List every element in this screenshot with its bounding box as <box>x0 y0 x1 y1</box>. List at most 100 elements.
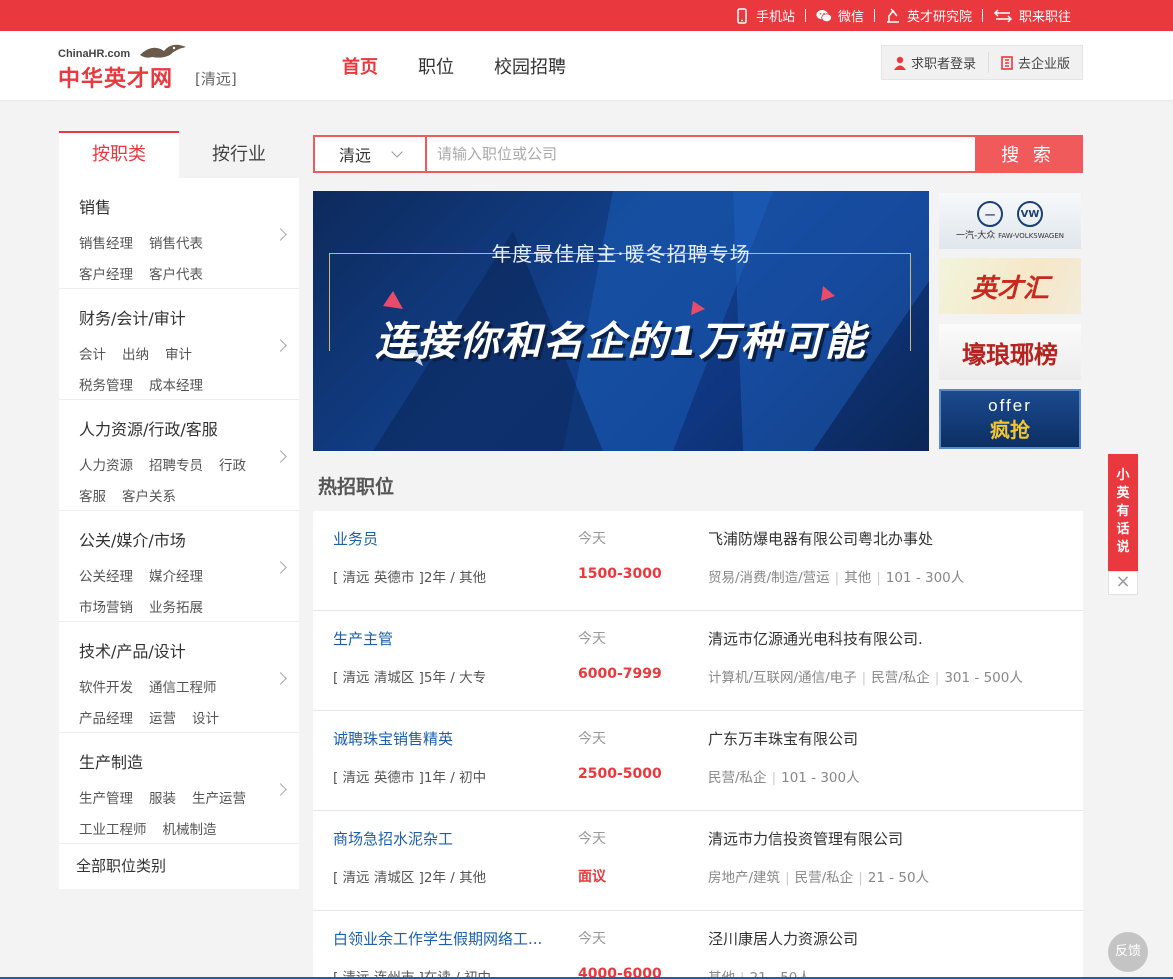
enterprise-label: 去企业版 <box>1017 57 1070 72</box>
category-item[interactable]: 生产管理 <box>79 787 133 807</box>
jobseeker-login-button[interactable]: 求职者登录 <box>882 46 988 79</box>
category-item[interactable]: 审计 <box>165 343 192 363</box>
research-icon <box>886 7 899 23</box>
category-title[interactable]: 人力资源/行政/客服 <box>79 416 279 440</box>
company-link[interactable]: 飞浦防爆电器有限公司粤北办事处 <box>708 528 933 549</box>
category-group: 财务/会计/审计会计 出纳 审计税务管理 成本经理 <box>59 289 299 400</box>
logo-domain: ChinaHR.com <box>58 48 131 60</box>
job-date: 今天 <box>578 631 606 647</box>
city-tag[interactable]: [清远] <box>195 68 237 89</box>
category-item[interactable]: 成本经理 <box>149 374 203 394</box>
mobile-site-link[interactable]: 手机站 <box>724 6 805 25</box>
category-row: 客户经理 客户代表 <box>79 263 279 283</box>
job-title-link[interactable]: 业务员 <box>333 528 378 549</box>
company-tag: 计算机/互联网/通信/电子 <box>708 670 857 686</box>
job-meta: [ 清远 清城区 ]2年 / 其他 <box>333 870 487 886</box>
category-item[interactable]: 行政 <box>219 454 246 474</box>
city-select[interactable]: 清远 <box>315 137 427 171</box>
top-links: 手机站 微信 英才研究院 职来职往 <box>724 0 1081 31</box>
header: ChinaHR.com 中华英才网 [清远] 首页 职位 校园招聘 求职者登录 … <box>0 31 1173 101</box>
mobile-icon <box>737 7 747 24</box>
job-title-link[interactable]: 诚聘珠宝销售精英 <box>333 728 453 749</box>
category-item[interactable]: 客户经理 <box>79 263 133 283</box>
category-title[interactable]: 公关/媒介/市场 <box>79 527 279 551</box>
top-bar: 手机站 微信 英才研究院 职来职往 <box>0 0 1173 31</box>
company-link[interactable]: 广东万丰珠宝有限公司 <box>708 728 858 749</box>
company-link[interactable]: 泾川康居人力资源公司 <box>708 928 858 949</box>
banner-subtitle: 年度最佳雇主·暖冬招聘专场 <box>491 242 751 266</box>
tag-separator: | <box>785 870 790 886</box>
promo-banner[interactable]: 年度最佳雇主·暖冬招聘专场 连接你和名企的1万种可能 <box>313 191 929 451</box>
job-title-link[interactable]: 白领业余工作学生假期网络工... <box>333 928 542 949</box>
category-item[interactable]: 市场营销 <box>79 596 133 616</box>
category-item[interactable]: 机械制造 <box>163 818 217 838</box>
tag-separator: | <box>861 670 867 686</box>
company-tag: 301 - 500人 <box>944 670 1023 686</box>
category-item[interactable]: 服装 <box>149 787 176 807</box>
category-item[interactable]: 税务管理 <box>79 374 133 394</box>
category-item[interactable]: 公关经理 <box>79 565 133 585</box>
enterprise-button[interactable]: 去企业版 <box>989 46 1082 79</box>
company-link[interactable]: 清远市亿源通光电科技有限公司. <box>708 628 923 649</box>
logo[interactable]: ChinaHR.com 中华英才网 <box>58 41 198 92</box>
close-icon[interactable]: × <box>1108 571 1138 595</box>
search-button[interactable]: 搜 索 <box>975 137 1081 171</box>
nav-home[interactable]: 首页 <box>342 53 378 79</box>
tab-by-industry[interactable]: 按行业 <box>179 131 299 178</box>
category-item[interactable]: 客户关系 <box>122 485 176 505</box>
chat-widget-char: 说 <box>1116 540 1130 555</box>
ad-faw-volkswagen[interactable]: 一 VW 一汽-大众 FAW-VOLKSWAGEN <box>939 193 1081 249</box>
category-item[interactable]: 客服 <box>79 485 106 505</box>
category-item[interactable]: 媒介经理 <box>149 565 203 585</box>
category-row: 软件开发 通信工程师 <box>79 676 279 696</box>
category-item[interactable]: 招聘专员 <box>149 454 203 474</box>
job-meta: [ 清远 英德市 ]2年 / 其他 <box>333 570 487 586</box>
job-title-link[interactable]: 生产主管 <box>333 628 393 649</box>
exchange-link[interactable]: 职来职往 <box>983 6 1081 25</box>
company-tag: 21 - 50人 <box>867 870 930 886</box>
category-title[interactable]: 销售 <box>79 194 279 218</box>
category-title[interactable]: 生产制造 <box>79 749 279 773</box>
category-item[interactable]: 销售代表 <box>149 232 203 252</box>
category-row: 市场营销 业务拓展 <box>79 596 279 616</box>
category-item[interactable]: 设计 <box>192 707 219 727</box>
main-nav: 首页 职位 校园招聘 <box>342 31 566 101</box>
tab-by-function[interactable]: 按职类 <box>59 131 179 178</box>
category-item[interactable]: 软件开发 <box>79 676 133 696</box>
ad-langyabang[interactable]: 壕琅琊榜 <box>939 324 1081 380</box>
category-item[interactable]: 产品经理 <box>79 707 133 727</box>
job-row: 白领业余工作学生假期网络工... 今天 泾川康居人力资源公司[ 清远 连州市 ]在读… <box>313 911 1083 979</box>
ad-yingcaihui[interactable]: 英才汇 <box>939 258 1081 314</box>
job-date: 今天 <box>578 531 606 547</box>
user-actions: 求职者登录 去企业版 <box>880 45 1083 80</box>
company-tags: 民营/私企 | 101 - 300人 <box>708 766 860 786</box>
category-item[interactable]: 工业工程师 <box>79 818 147 838</box>
category-item[interactable]: 通信工程师 <box>149 676 217 696</box>
chat-widget[interactable]: 小英有话说 <box>1108 454 1138 571</box>
nav-campus[interactable]: 校园招聘 <box>494 53 566 79</box>
feedback-button[interactable]: 反馈 <box>1108 932 1148 972</box>
category-item[interactable]: 运营 <box>149 707 176 727</box>
nav-jobs[interactable]: 职位 <box>418 53 454 79</box>
wechat-link[interactable]: 微信 <box>806 6 874 25</box>
category-item[interactable]: 出纳 <box>122 343 149 363</box>
search-input[interactable] <box>427 137 975 171</box>
all-categories-link[interactable]: 全部职位类别 <box>59 844 299 889</box>
category-group: 销售 销售经理 销售代表 客户经理 客户代表 <box>59 178 299 289</box>
category-group: 人力资源/行政/客服人力资源 招聘专员 行政客服 客户关系 <box>59 400 299 511</box>
category-item[interactable]: 人力资源 <box>79 454 133 474</box>
category-title[interactable]: 技术/产品/设计 <box>79 638 279 662</box>
job-row: 生产主管 今天 清远市亿源通光电科技有限公司. [ 清远 清城区 ]5年 / 大专 60… <box>313 611 1083 711</box>
category-item[interactable]: 会计 <box>79 343 106 363</box>
tag-separator: | <box>934 670 940 686</box>
research-link[interactable]: 英才研究院 <box>875 6 982 25</box>
category-item[interactable]: 生产运营 <box>192 787 246 807</box>
category-sidebar: 按职类 按行业 销售 销售经理 销售代表 客户经理 客户代表 财务/会计/审计 会计 出纳 审计… <box>59 131 299 889</box>
category-item[interactable]: 客户代表 <box>149 263 203 283</box>
company-link[interactable]: 清远市力信投资管理有限公司 <box>708 828 903 849</box>
category-title[interactable]: 财务/会计/审计 <box>79 305 279 329</box>
job-title-link[interactable]: 商场急招水泥杂工 <box>333 828 453 849</box>
category-item[interactable]: 销售经理 <box>79 232 133 252</box>
category-item[interactable]: 业务拓展 <box>149 596 203 616</box>
ad-offer-rush[interactable]: offer 疯抢 <box>939 389 1081 449</box>
